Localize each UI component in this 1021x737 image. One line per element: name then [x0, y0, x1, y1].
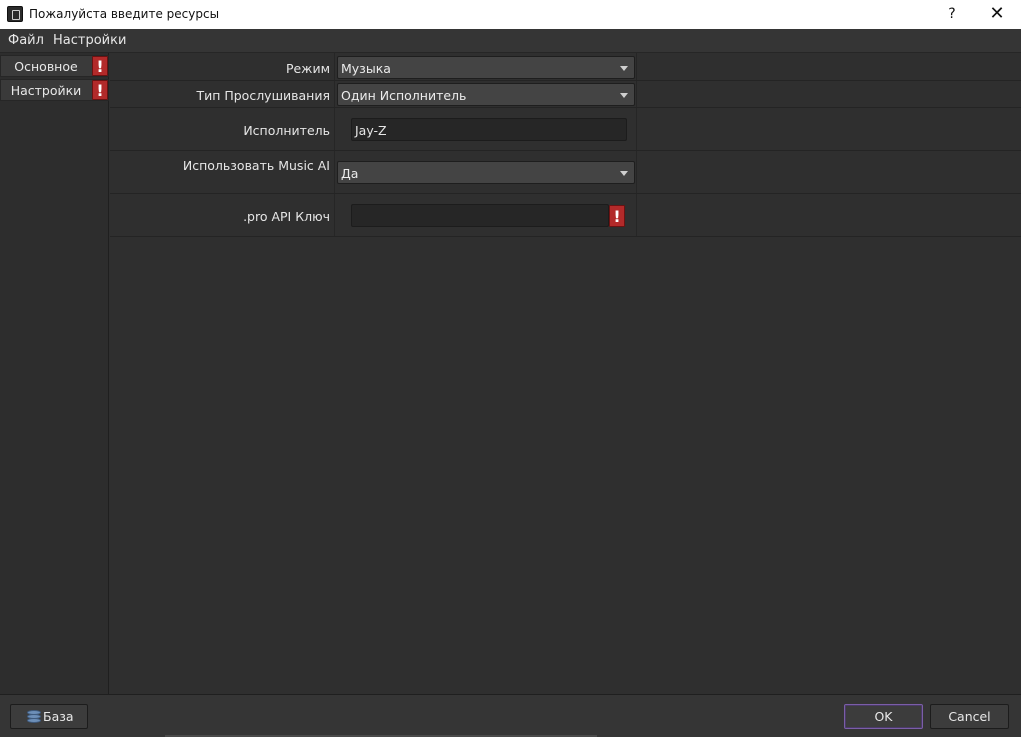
title-bar: Пожалуйста введите ресурсы ? ✕ [0, 0, 1021, 29]
chevron-down-icon [620, 66, 628, 71]
use-music-ai-label: Использовать Music AI [182, 158, 330, 173]
listen-type-label: Тип Прослушивания [196, 88, 330, 103]
row-use-music-ai: Использовать Music AI Да [110, 151, 1021, 194]
row-listen-type: Тип Прослушивания Один Исполнитель [110, 81, 1021, 108]
help-button[interactable]: ? [938, 3, 966, 25]
side-tab-settings-label: Настройки [10, 83, 82, 98]
use-music-ai-combobox[interactable]: Да [337, 161, 635, 184]
artist-input[interactable]: Jay-Z [351, 118, 627, 141]
ok-button[interactable]: OK [844, 704, 923, 729]
database-icon [27, 710, 41, 724]
side-tab-general[interactable]: Основное ! [0, 55, 109, 77]
row-api-key: .pro API Ключ ! [110, 194, 1021, 237]
mode-value: Музыка [341, 61, 391, 76]
close-button[interactable]: ✕ [982, 3, 1012, 25]
database-button-label: База [43, 709, 74, 724]
database-button[interactable]: База [10, 704, 88, 729]
mode-label: Режим [285, 61, 330, 76]
row-mode: Режим Музыка [110, 53, 1021, 81]
settings-form: Режим Музыка Тип Прослушивания Один Испо… [110, 53, 1021, 694]
artist-label: Исполнитель [243, 123, 330, 138]
mode-combobox[interactable]: Музыка [337, 56, 635, 79]
app-icon [7, 6, 23, 22]
window-title: Пожалуйста введите ресурсы [29, 7, 220, 21]
cancel-button[interactable]: Cancel [930, 704, 1009, 729]
listen-type-value: Один Исполнитель [341, 88, 467, 103]
warning-icon: ! [609, 205, 625, 227]
button-bar: База OK Cancel [0, 694, 1021, 737]
listen-type-combobox[interactable]: Один Исполнитель [337, 83, 635, 106]
chevron-down-icon [620, 93, 628, 98]
artist-value: Jay-Z [355, 123, 387, 138]
row-artist: Исполнитель Jay-Z [110, 108, 1021, 151]
api-key-label: .pro API Ключ [243, 209, 330, 224]
warning-icon: ! [92, 80, 108, 100]
side-tab-general-label: Основное [14, 59, 78, 74]
chevron-down-icon [620, 171, 628, 176]
menu-bar: Файл Настройки [0, 29, 1021, 53]
menu-settings[interactable]: Настройки [53, 33, 126, 48]
use-music-ai-value: Да [341, 166, 359, 181]
menu-file[interactable]: Файл [8, 33, 44, 48]
api-key-input[interactable] [351, 204, 609, 227]
warning-icon: ! [92, 56, 108, 76]
side-panel: Основное ! Настройки ! [0, 53, 109, 694]
side-tab-settings[interactable]: Настройки ! [0, 79, 109, 101]
